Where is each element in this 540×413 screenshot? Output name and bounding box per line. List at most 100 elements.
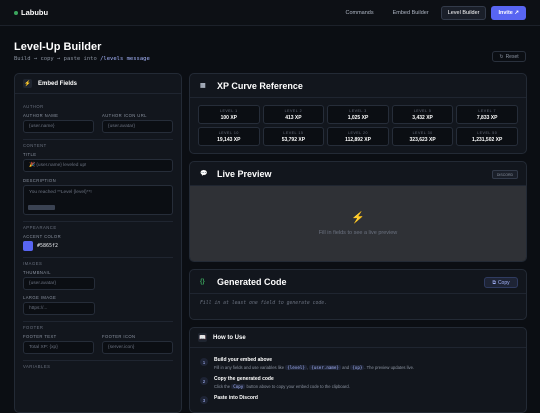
xp-level-value: 1,025 XP bbox=[347, 114, 369, 121]
book-icon: 📖 bbox=[198, 333, 207, 342]
xp-level-label: LEVEL 7 bbox=[478, 108, 496, 113]
embed-fields-header: ⚡ Embed Fields bbox=[15, 74, 181, 94]
nav-commands[interactable]: Commands bbox=[338, 6, 380, 20]
copy-button[interactable]: ⧉ Copy bbox=[484, 277, 518, 288]
step-desc: Click the Copy button above to copy your… bbox=[214, 384, 350, 389]
reset-button[interactable]: ↻ Reset bbox=[492, 51, 526, 62]
footer-icon-input[interactable]: {server.icon} bbox=[102, 341, 173, 354]
how-to-use-header: 📖 How to Use bbox=[190, 328, 526, 348]
step-number: 2 bbox=[200, 377, 208, 385]
reset-label: Reset bbox=[505, 53, 519, 60]
section-variables: VARIABLES bbox=[23, 360, 173, 369]
xp-level-label: LEVEL 50 bbox=[477, 130, 498, 135]
lightning-icon: ⚡ bbox=[23, 79, 32, 88]
xp-level-value: 100 XP bbox=[220, 114, 237, 121]
xp-level-label: LEVEL 2 bbox=[284, 108, 303, 113]
generated-code-title: Generated Code bbox=[217, 276, 287, 287]
step-2: 2 Copy the generated code Click the Copy… bbox=[200, 376, 516, 389]
embed-fields-title: Embed Fields bbox=[38, 80, 78, 87]
step-1: 1 Build your embed above Fill in any fie… bbox=[200, 357, 516, 370]
xp-level-value: 19,143 XP bbox=[217, 136, 241, 143]
nav-level-builder[interactable]: Level Builder bbox=[440, 6, 487, 20]
generated-code-header: {} Generated Code bbox=[190, 270, 526, 294]
subtitle-command: /levels message bbox=[100, 56, 150, 62]
author-icon-input[interactable]: {user.avatar} bbox=[102, 120, 173, 133]
code-icon: {} bbox=[200, 278, 205, 285]
xp-level-label: LEVEL 20 bbox=[347, 130, 369, 135]
xp-level-label: LEVEL 5 bbox=[413, 108, 432, 113]
subtitle-text: Build → copy → paste into bbox=[14, 56, 101, 62]
description-label: DESCRIPTION bbox=[23, 178, 57, 183]
logo-text: Labubu bbox=[21, 8, 49, 17]
xp-level-card: LEVEL 50 1,231,502 XP bbox=[456, 127, 518, 146]
xp-level-label: LEVEL 30 bbox=[412, 130, 433, 135]
step-number: 1 bbox=[200, 358, 208, 366]
step-3: 3 Paste into Discord bbox=[200, 395, 516, 404]
xp-level-value: 1,231,502 XP bbox=[472, 136, 503, 143]
xp-level-value: 112,892 XP bbox=[345, 136, 371, 143]
top-nav: Labubu Commands Embed Builder Level Buil… bbox=[0, 0, 540, 26]
xp-level-label: LEVEL 10 bbox=[218, 130, 239, 135]
generated-code-empty: Fill in at least one field to generate c… bbox=[200, 301, 328, 306]
footer-icon-label: FOOTER ICON bbox=[102, 334, 136, 339]
xp-level-card: LEVEL 7 7,833 XP bbox=[456, 105, 518, 124]
xp-level-value: 7,833 XP bbox=[476, 114, 498, 121]
step-desc: Fill in any fields and use variables lik… bbox=[214, 365, 415, 370]
xp-level-value: 3,432 XP bbox=[412, 114, 433, 121]
xp-curve-header: ▦ XP Curve Reference bbox=[190, 74, 526, 98]
page-title: Level-Up Builder bbox=[14, 41, 102, 53]
xp-curve-title: XP Curve Reference bbox=[217, 80, 303, 91]
author-name-label: AUTHOR NAME bbox=[23, 113, 59, 118]
reset-icon: ↻ bbox=[499, 53, 504, 60]
xp-level-label: LEVEL 15 bbox=[283, 130, 304, 135]
accent-color-value[interactable]: #5865f2 bbox=[37, 243, 58, 249]
nav-embed-builder[interactable]: Embed Builder bbox=[386, 6, 436, 20]
copy-label: Copy bbox=[497, 279, 510, 286]
xp-level-card: LEVEL 1 100 XP bbox=[198, 105, 260, 124]
footer-text-input[interactable]: Total XP: {xp} bbox=[23, 341, 94, 354]
thumbnail-label: THUMBNAIL bbox=[23, 270, 51, 275]
description-placeholder: You reached **Level {level}**! bbox=[29, 190, 92, 195]
large-image-input[interactable]: https://... bbox=[23, 302, 95, 315]
logo[interactable]: Labubu bbox=[14, 8, 48, 17]
section-appearance: APPEARANCE bbox=[23, 221, 173, 230]
accent-color-label: ACCENT COLOR bbox=[23, 234, 61, 239]
xp-level-value: 323,623 XP bbox=[409, 136, 436, 143]
lightning-icon: ⚡ bbox=[351, 212, 365, 224]
xp-level-value: 53,792 XP bbox=[281, 136, 306, 143]
invite-button[interactable]: Invite ↗ bbox=[491, 6, 526, 20]
footer-text-label: FOOTER TEXT bbox=[23, 334, 57, 339]
step-title: Paste into Discord bbox=[214, 395, 258, 401]
live-preview-panel: 💬 Live Preview DISCORD ⚡ Fill in fields t… bbox=[189, 161, 527, 262]
xp-level-label: LEVEL 3 bbox=[349, 108, 367, 113]
page-subtitle: Build → copy → paste into /levels messag… bbox=[14, 56, 150, 62]
how-to-use-panel: 📖 How to Use 1 Build your embed above Fil… bbox=[189, 327, 527, 413]
step-number: 3 bbox=[200, 396, 208, 404]
xp-level-card: LEVEL 10 19,143 XP bbox=[198, 127, 260, 146]
generated-code-panel: {} Generated Code ⧉ Copy Fill in at least … bbox=[189, 269, 527, 320]
xp-level-card: LEVEL 5 3,432 XP bbox=[391, 105, 454, 124]
xp-level-card: LEVEL 30 323,623 XP bbox=[391, 127, 454, 146]
title-input[interactable]: 🎉 {user.name} leveled up! bbox=[23, 159, 173, 172]
chart-icon: ▦ bbox=[200, 83, 206, 89]
step-title: Build your embed above bbox=[214, 357, 273, 363]
xp-level-value: 413 XP bbox=[285, 114, 302, 121]
section-author: AUTHOR bbox=[23, 104, 44, 109]
author-name-input[interactable]: {user.name} bbox=[23, 120, 94, 133]
section-content: CONTENT bbox=[23, 139, 173, 148]
description-textarea[interactable]: You reached **Level {level}**! bbox=[23, 185, 173, 215]
author-icon-label: AUTHOR ICON URL bbox=[102, 113, 147, 118]
how-to-use-title: How to Use bbox=[213, 334, 246, 341]
xp-level-card: LEVEL 20 112,892 XP bbox=[327, 127, 389, 146]
xp-curve-panel: ▦ XP Curve Reference LEVEL 1 100 XP LEVEL 2… bbox=[189, 73, 527, 154]
step-title: Copy the generated code bbox=[214, 376, 274, 382]
large-image-label: LARGE IMAGE bbox=[23, 295, 57, 300]
chat-bubble-icon: 💬 bbox=[200, 171, 208, 177]
discord-badge: DISCORD bbox=[491, 170, 518, 179]
logo-dot-icon bbox=[14, 10, 18, 15]
xp-level-label: LEVEL 1 bbox=[220, 108, 238, 113]
textarea-scrollbar[interactable] bbox=[28, 205, 55, 210]
thumbnail-input[interactable]: {user.avatar} bbox=[23, 277, 95, 290]
xp-level-card: LEVEL 15 53,792 XP bbox=[262, 127, 325, 146]
accent-color-swatch[interactable] bbox=[23, 241, 33, 251]
